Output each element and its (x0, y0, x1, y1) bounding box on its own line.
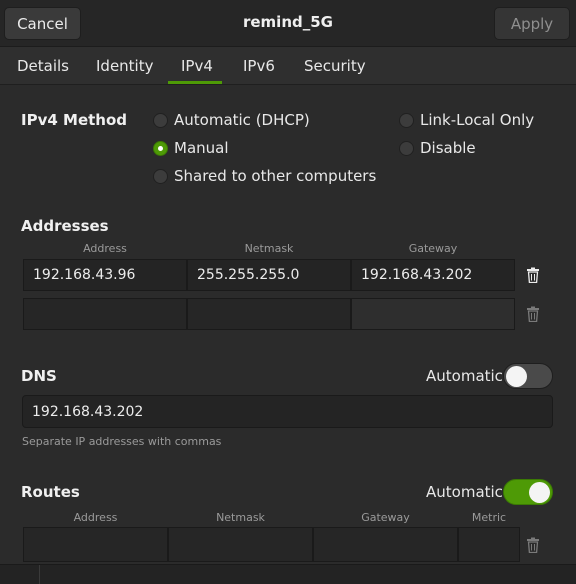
radio-label: Automatic (DHCP) (174, 111, 310, 129)
active-tab-indicator (168, 81, 222, 84)
tab-security[interactable]: Security (304, 57, 366, 75)
trash-icon (527, 306, 539, 322)
divider (39, 565, 40, 584)
toggle-knob (506, 366, 527, 387)
dns-automatic-label: Automatic (426, 367, 503, 385)
netmask-field[interactable]: 255.255.255.0 (187, 259, 351, 291)
bottom-strip (0, 564, 576, 584)
dns-hint: Separate IP addresses with commas (22, 435, 222, 448)
route-metric-column-header: Metric (471, 511, 507, 524)
gateway-field[interactable]: 192.168.43.202 (351, 259, 515, 291)
radio-button[interactable] (399, 140, 414, 156)
radio-button-checked[interactable] (153, 140, 168, 156)
route-gateway-field[interactable] (313, 527, 458, 562)
delete-address-button[interactable] (525, 266, 541, 284)
dns-servers-input[interactable]: 192.168.43.202 (22, 395, 553, 428)
radio-label: Link-Local Only (420, 111, 535, 129)
tab-bar: Details Identity IPv4 IPv6 Security (0, 47, 576, 85)
radio-disable[interactable]: Disable (399, 139, 476, 157)
addresses-label: Addresses (21, 217, 109, 235)
radio-manual[interactable]: Manual (153, 139, 229, 157)
window-title: remind_5G (242, 13, 333, 31)
radio-shared[interactable]: Shared to other computers (153, 167, 376, 185)
radio-label: Disable (420, 139, 476, 157)
header-bar: Cancel remind_5G Apply (0, 0, 576, 47)
address-field-empty[interactable] (23, 298, 187, 330)
toggle-knob (529, 482, 550, 503)
address-column-header: Address (83, 242, 127, 255)
route-address-field[interactable] (23, 527, 168, 562)
tab-identity[interactable]: Identity (96, 57, 154, 75)
gateway-column-header: Gateway (408, 242, 458, 255)
radio-button[interactable] (153, 112, 168, 128)
radio-link-local[interactable]: Link-Local Only (399, 111, 534, 129)
radio-label: Shared to other computers (174, 167, 377, 185)
dns-label: DNS (21, 367, 57, 385)
address-field[interactable]: 192.168.43.96 (23, 259, 187, 291)
delete-address-button-disabled[interactable] (525, 305, 541, 323)
routes-automatic-toggle[interactable] (503, 479, 553, 505)
radio-automatic-dhcp[interactable]: Automatic (DHCP) (153, 111, 310, 129)
netmask-column-header: Netmask (244, 242, 294, 255)
route-netmask-field[interactable] (168, 527, 313, 562)
gateway-field-empty[interactable] (351, 298, 515, 330)
trash-icon (527, 537, 539, 553)
radio-button[interactable] (399, 112, 414, 128)
apply-button[interactable]: Apply (494, 7, 570, 40)
tab-ipv4[interactable]: IPv4 (181, 57, 213, 75)
route-gateway-column-header: Gateway (361, 511, 410, 524)
ipv4-method-label: IPv4 Method (21, 111, 128, 129)
tab-ipv6[interactable]: IPv6 (243, 57, 275, 75)
route-address-column-header: Address (73, 511, 118, 524)
delete-route-button-disabled[interactable] (525, 536, 541, 554)
radio-button[interactable] (153, 168, 168, 184)
dns-automatic-toggle[interactable] (503, 363, 553, 389)
trash-icon (527, 267, 539, 283)
routes-label: Routes (21, 483, 80, 501)
route-netmask-column-header: Netmask (216, 511, 265, 524)
route-metric-field[interactable] (458, 527, 520, 562)
routes-automatic-label: Automatic (426, 483, 503, 501)
radio-label: Manual (174, 139, 229, 157)
tab-details[interactable]: Details (17, 57, 69, 75)
netmask-field-empty[interactable] (187, 298, 351, 330)
